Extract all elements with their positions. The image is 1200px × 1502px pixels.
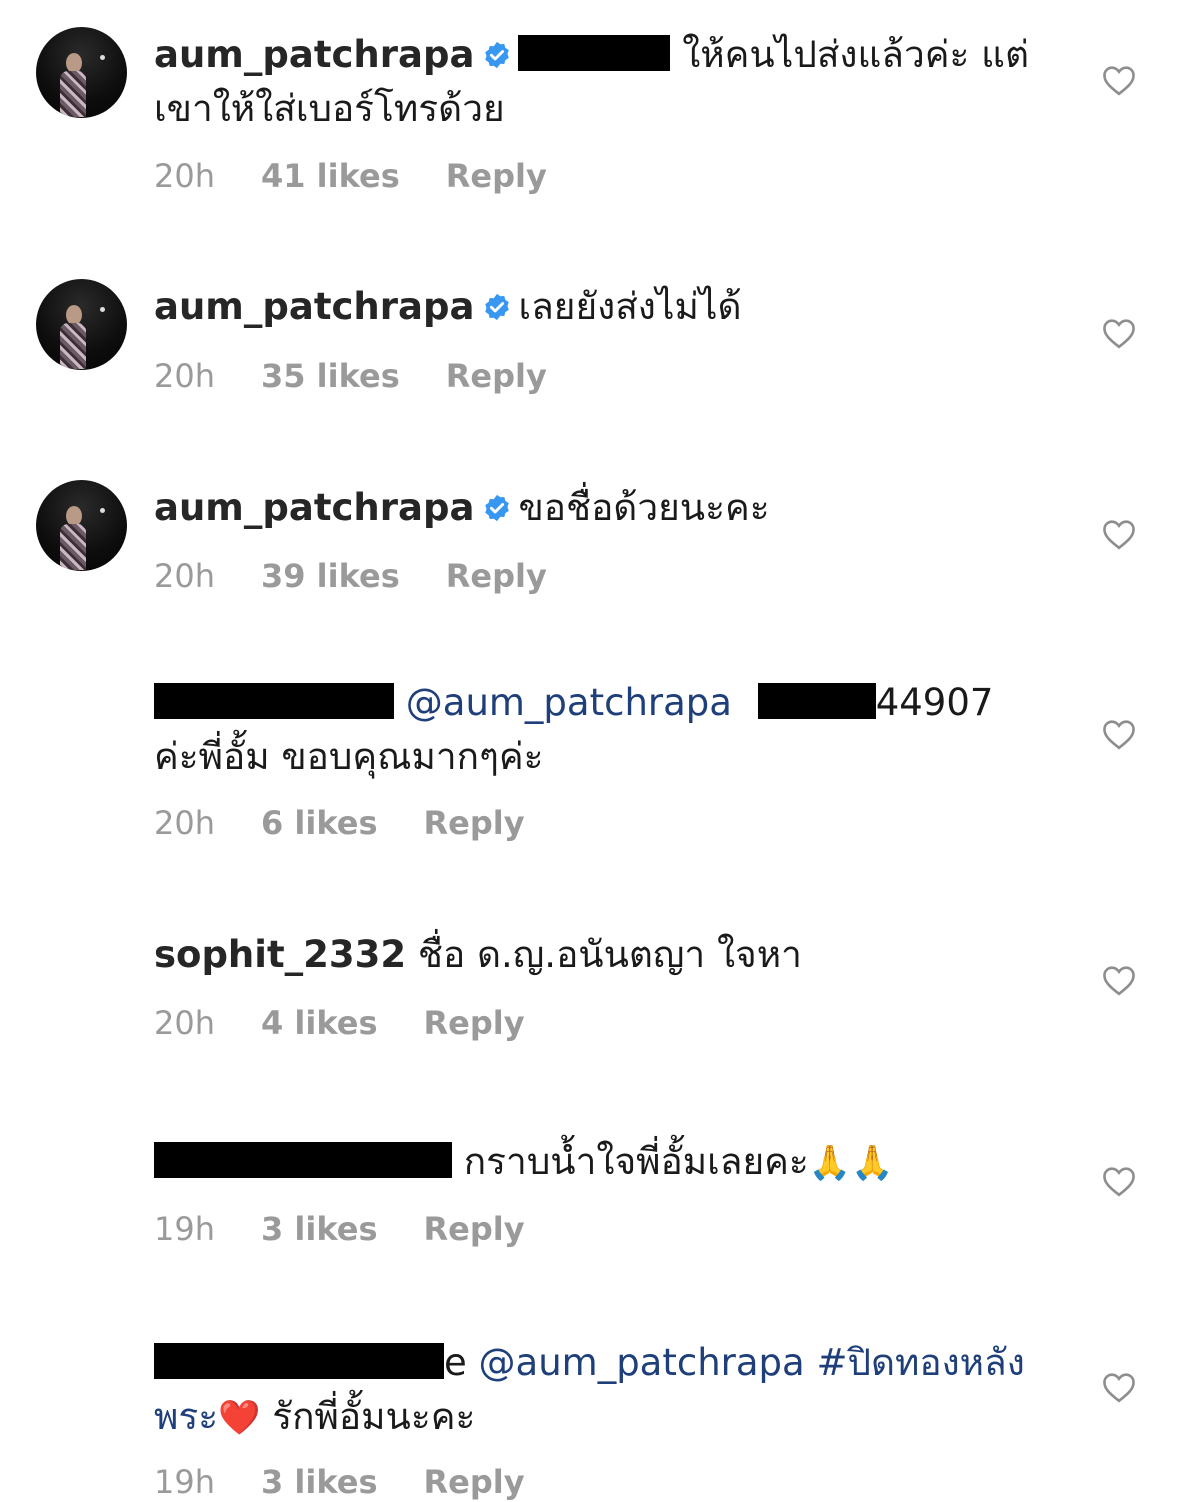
- verified-badge-icon: [485, 494, 510, 522]
- like-heart-icon[interactable]: [1101, 1371, 1137, 1403]
- reply-button[interactable]: Reply: [424, 804, 525, 842]
- comment-time: 20h: [154, 804, 215, 842]
- comment-text: aum_patchrapa เลยยังส่งไม่ได้: [154, 280, 1044, 334]
- like-heart-icon[interactable]: [1101, 518, 1137, 550]
- redacted-phone: [757, 683, 876, 719]
- redacted-username: [154, 1343, 444, 1379]
- comment-username[interactable]: aum_patchrapa: [154, 33, 474, 76]
- redacted-username: [154, 683, 394, 719]
- comment-body-cont: เขาให้ใส่เบอร์โทรด้วย: [154, 87, 505, 130]
- comment-text: sophit_2332 ชื่อ ด.ญ.อนันตญา ใจหา: [154, 928, 1044, 982]
- comment-time: 19h: [154, 1210, 215, 1248]
- comment-time: 20h: [154, 557, 215, 595]
- comment-username[interactable]: aum_patchrapa: [154, 486, 474, 529]
- comment-meta: 20h 39 likes Reply: [154, 557, 593, 595]
- comment-likes[interactable]: 35 likes: [261, 357, 400, 395]
- comment-text: กราบน้ำใจพี่อั้มเลยคะ🙏🙏: [154, 1135, 1044, 1190]
- comment-body: ชื่อ ด.ญ.อนันตญา ใจหา: [417, 933, 802, 976]
- reply-button[interactable]: Reply: [424, 1463, 525, 1501]
- like-heart-icon[interactable]: [1101, 1165, 1137, 1197]
- avatar[interactable]: [36, 27, 127, 118]
- comment-mention[interactable]: @aum_patchrapa: [406, 681, 732, 724]
- comment-meta: 19h 3 likes Reply: [154, 1463, 571, 1501]
- comment-body: ขอชื่อด้วยนะคะ: [518, 486, 770, 529]
- reply-button[interactable]: Reply: [446, 157, 547, 195]
- comment-text: e @aum_patchrapa #ปิดทองหลัง พระ❤️ รักพี…: [154, 1336, 1044, 1445]
- reply-button[interactable]: Reply: [424, 1210, 525, 1248]
- comment-body: เลยยังส่งไม่ได้: [518, 285, 742, 328]
- praying-hands-emoji: 🙏🙏: [808, 1143, 894, 1183]
- red-heart-emoji: ❤️: [218, 1398, 261, 1438]
- comment-likes[interactable]: 3 likes: [261, 1210, 378, 1248]
- comment-body: รักพี่อั้มนะคะ: [272, 1395, 476, 1438]
- comment-username[interactable]: aum_patchrapa: [154, 285, 474, 328]
- comment-time: 20h: [154, 1004, 215, 1042]
- comment-mention[interactable]: @aum_patchrapa: [479, 1341, 805, 1384]
- username-tail: e: [444, 1341, 467, 1384]
- comment-meta: 19h 3 likes Reply: [154, 1210, 571, 1248]
- phone-suffix: 44907: [875, 681, 994, 724]
- like-heart-icon[interactable]: [1101, 317, 1137, 349]
- comment-time: 20h: [154, 357, 215, 395]
- comment-username[interactable]: sophit_2332: [154, 933, 406, 976]
- like-heart-icon[interactable]: [1101, 64, 1137, 96]
- comment-meta: 20h 35 likes Reply: [154, 357, 593, 395]
- comment-hashtag[interactable]: #ปิดทองหลัง: [816, 1341, 1024, 1384]
- comment-time: 20h: [154, 157, 215, 195]
- verified-badge-icon: [485, 293, 510, 321]
- like-heart-icon[interactable]: [1101, 964, 1137, 996]
- comment-time: 19h: [154, 1463, 215, 1501]
- comment-body: กราบน้ำใจพี่อั้มเลยคะ: [463, 1140, 809, 1183]
- comment-meta: 20h 4 likes Reply: [154, 1004, 571, 1042]
- comment-likes[interactable]: 6 likes: [261, 804, 378, 842]
- like-heart-icon[interactable]: [1101, 718, 1137, 750]
- reply-button[interactable]: Reply: [446, 557, 547, 595]
- redacted-username: [154, 1142, 452, 1178]
- comment-likes[interactable]: 41 likes: [261, 157, 400, 195]
- comment-body-cont: ค่ะพี่อั้ม ขอบคุณมากๆค่ะ: [154, 735, 544, 778]
- comment-meta: 20h 41 likes Reply: [154, 157, 593, 195]
- redacted-mention: [518, 35, 671, 71]
- comment-body: ให้คนไปส่งแล้วค่ะ แต่: [682, 33, 1030, 76]
- reply-button[interactable]: Reply: [424, 1004, 525, 1042]
- verified-badge-icon: [485, 41, 510, 69]
- comment-text: @aum_patchrapa 44907 ค่ะพี่อั้ม ขอบคุณมา…: [154, 676, 1044, 784]
- avatar[interactable]: [36, 279, 127, 370]
- comment-likes[interactable]: 39 likes: [261, 557, 400, 595]
- reply-button[interactable]: Reply: [446, 357, 547, 395]
- comment-likes[interactable]: 3 likes: [261, 1463, 378, 1501]
- comment-meta: 20h 6 likes Reply: [154, 804, 571, 842]
- avatar[interactable]: [36, 480, 127, 571]
- comment-likes[interactable]: 4 likes: [261, 1004, 378, 1042]
- comment-text: aum_patchrapa ขอชื่อด้วยนะคะ: [154, 481, 1044, 535]
- comment-hashtag-cont[interactable]: พระ: [154, 1395, 218, 1438]
- comment-text: aum_patchrapa ให้คนไปส่งแล้วค่ะ แต่ เขาใ…: [154, 28, 1044, 136]
